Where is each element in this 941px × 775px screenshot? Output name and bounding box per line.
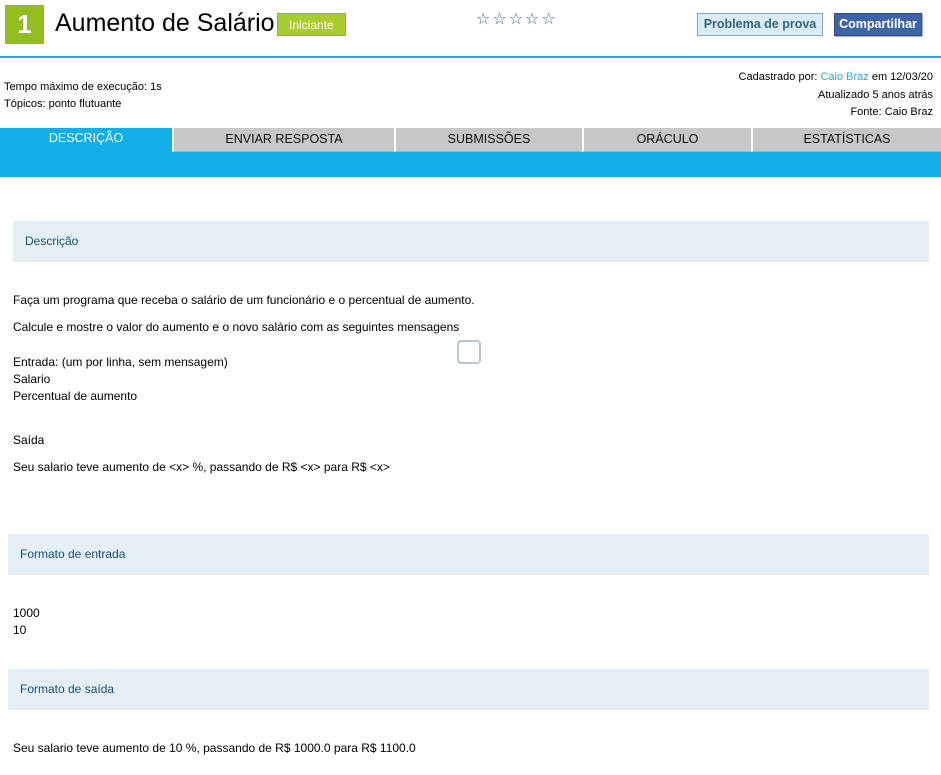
problem-header: 1 Aumento de Salário Iniciante ☆☆☆☆☆ Pro… <box>0 0 941 58</box>
tab-submissions[interactable]: SUBMISSÕES <box>394 128 582 152</box>
problem-meta-left: Tempo máximo de execução: 1s Tópicos: po… <box>4 79 162 113</box>
tab-submit-answer[interactable]: ENVIAR RESPOSTA <box>172 128 394 152</box>
problem-meta-right: Cadastrado por: Caio Braz em 12/03/20 At… <box>739 69 933 122</box>
tab-oracle[interactable]: ORÁCULO <box>582 128 751 152</box>
description-section-title: Descrição <box>13 221 929 262</box>
description-line: Seu salario teve aumento de <x> %, passa… <box>13 460 390 474</box>
input-example-line: 10 <box>13 623 27 637</box>
topics: Tópicos: ponto flutuante <box>4 98 122 110</box>
output-format-section-title: Formato de saída <box>8 669 929 710</box>
author-link[interactable]: Caio Braz <box>820 71 868 83</box>
time-limit: Tempo máximo de execução: 1s <box>4 81 162 93</box>
level-badge: Iniciante <box>277 13 346 36</box>
rating-stars-icon[interactable]: ☆☆☆☆☆ <box>476 9 558 28</box>
updated-text: Atualizado 5 anos atrás <box>818 88 933 101</box>
description-line: Percentual de aumento <box>13 389 138 403</box>
problem-number-badge: 1 <box>5 5 44 44</box>
description-line: Faça um programa que receba o salário de… <box>13 293 475 307</box>
input-format-section-title: Formato de entrada <box>8 534 929 575</box>
problem-exam-button[interactable]: Problema de prova <box>697 13 823 36</box>
description-line: Saída <box>13 433 45 447</box>
share-button[interactable]: Compartilhar <box>834 13 922 36</box>
tab-bar: DESCRIÇÃO ENVIAR RESPOSTA SUBMISSÕES ORÁ… <box>0 128 941 177</box>
registered-date: em 12/03/20 <box>871 71 933 83</box>
problem-title: Aumento de Salário <box>55 9 275 37</box>
description-line: Entrada: (um por linha, sem mensagem) <box>13 355 228 369</box>
output-example-line: Seu salario teve aumento de 10 %, passan… <box>13 741 416 755</box>
input-example-line: 1000 <box>13 606 40 620</box>
registered-by-label: Cadastrado por: <box>738 71 818 83</box>
tab-description[interactable]: DESCRIÇÃO <box>0 128 172 152</box>
description-line: Salario <box>13 372 51 386</box>
description-line: Calcule e mostre o valor do aumento e o … <box>13 320 460 334</box>
checkbox[interactable] <box>457 340 481 364</box>
source-text: Fonte: Caio Braz <box>850 106 933 118</box>
tab-statistics[interactable]: ESTATÍSTICAS <box>751 128 941 152</box>
registered-by: Cadastrado por: Caio Braz em 12/03/20 <box>739 69 933 87</box>
